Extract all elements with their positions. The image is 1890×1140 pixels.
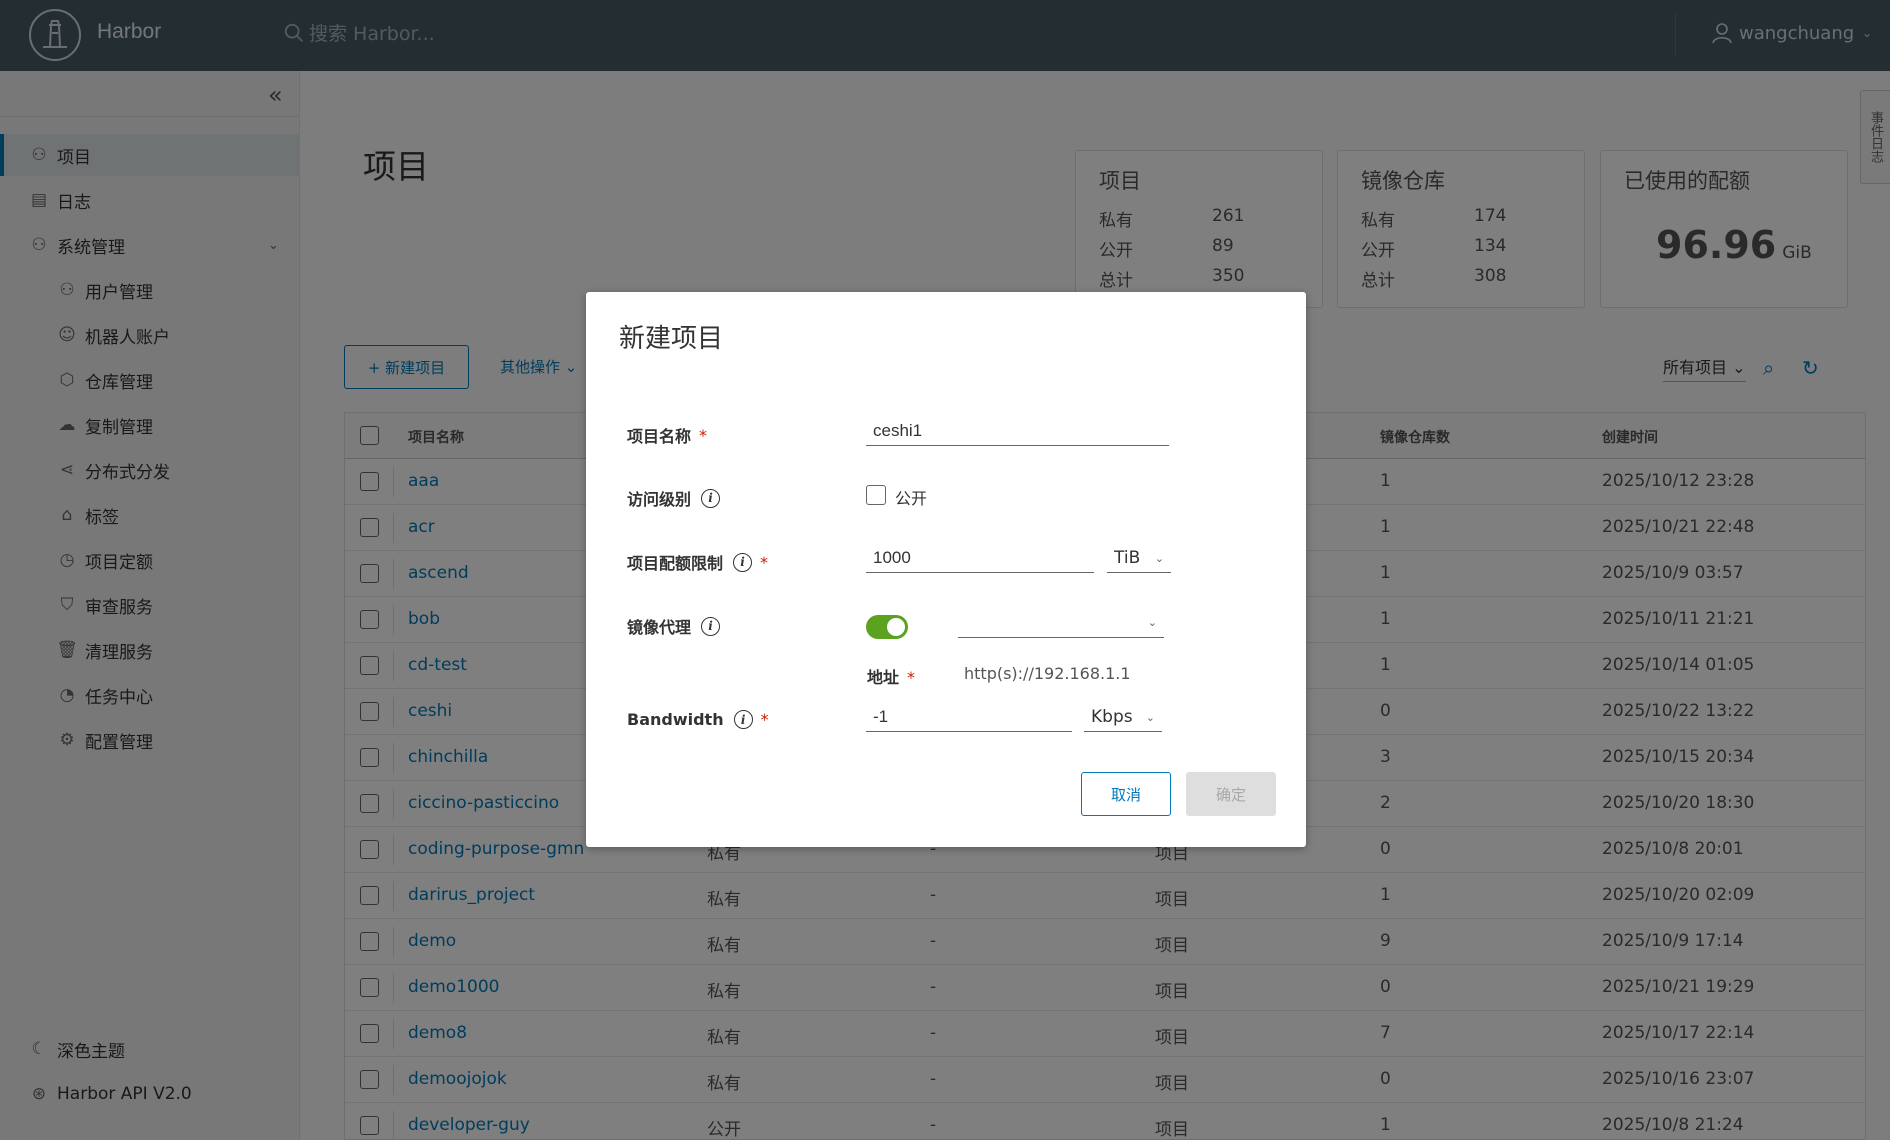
chevron-down-icon: ⌄ [1145, 710, 1155, 724]
proxy-cache-toggle[interactable] [866, 615, 908, 639]
bandwidth-label: Bandwidth i * [627, 710, 769, 729]
dialog-title: 新建项目 [619, 324, 724, 354]
proxy-cache-label: 镜像代理 i [627, 614, 721, 638]
confirm-button[interactable]: 确定 [1186, 772, 1276, 816]
quota-limit-input[interactable] [866, 548, 1094, 573]
info-icon[interactable]: i [701, 616, 721, 636]
cancel-button[interactable]: 取消 [1081, 772, 1171, 816]
quota-limit-label: 项目配额限制 i * [627, 552, 769, 573]
address-label: 地址 * [867, 668, 916, 687]
proxy-endpoint-select[interactable]: ⌄ [958, 612, 1164, 638]
public-checkbox-label[interactable]: 公开 [895, 485, 927, 509]
project-name-label: 项目名称 * [627, 425, 708, 447]
chevron-down-icon: ⌄ [1154, 551, 1164, 565]
info-icon[interactable]: i [733, 552, 753, 572]
bandwidth-input[interactable] [866, 707, 1072, 732]
public-checkbox[interactable] [866, 485, 886, 505]
info-icon[interactable]: i [733, 710, 753, 729]
new-project-dialog: 新建项目 项目名称* 访问级别i 公开 项目配额限制i* TiB⌄ 镜像代理i … [586, 292, 1306, 847]
quota-unit-select[interactable]: TiB ⌄ [1107, 548, 1171, 573]
project-name-input[interactable] [866, 421, 1169, 446]
access-level-label: 访问级别 i [627, 486, 721, 510]
info-icon[interactable]: i [701, 488, 721, 508]
address-value: http(s)://192.168.1.1 [964, 664, 1131, 683]
bandwidth-unit-select[interactable]: Kbps ⌄ [1084, 707, 1162, 732]
chevron-down-icon: ⌄ [1147, 616, 1157, 629]
